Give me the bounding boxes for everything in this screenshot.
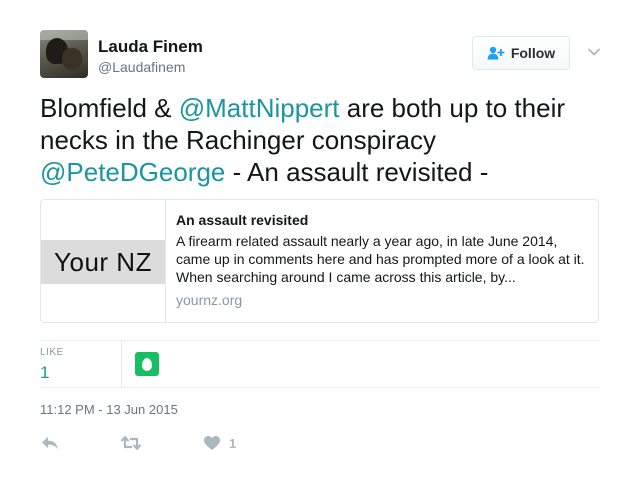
card-title: An assault revisited (176, 212, 309, 228)
link-preview-card[interactable]: Your NZ An assault revisited A firearm r… (40, 199, 599, 323)
retweet-icon (120, 435, 142, 451)
divider (40, 387, 599, 388)
follow-button[interactable]: Follow (472, 36, 570, 70)
retweet-button[interactable] (120, 432, 142, 454)
author-name[interactable]: Lauda Finem (98, 37, 203, 57)
author-handle[interactable]: @Laudafinem (98, 59, 185, 75)
stats-separator (121, 341, 122, 387)
tweet-text: Blomfield & @MattNippert are both up to … (40, 92, 610, 188)
author-avatar[interactable] (40, 30, 88, 78)
tweet-text-segment: - An assault revisited - (225, 157, 489, 187)
divider (40, 340, 599, 341)
mention-link[interactable]: @MattNippert (179, 93, 340, 123)
card-description: A firearm related assault nearly a year … (176, 233, 585, 285)
card-body: An assault revisited A firearm related a… (176, 211, 586, 308)
tweet-timestamp[interactable]: 11:12 PM - 13 Jun 2015 (40, 402, 178, 417)
egg-avatar-icon (142, 357, 152, 371)
like-stat-count[interactable]: 1 (40, 363, 49, 383)
card-thumbnail: Your NZ (41, 200, 166, 322)
tweet-text-segment: Blomfield & (40, 93, 179, 123)
like-button[interactable]: 1 (203, 432, 236, 454)
chevron-down-icon[interactable] (586, 44, 602, 60)
heart-icon (204, 436, 220, 450)
mention-link[interactable]: @PeteDGeorge (40, 157, 225, 187)
follow-person-plus-icon (487, 46, 505, 60)
liker-avatar[interactable] (135, 352, 159, 376)
follow-button-label: Follow (510, 45, 556, 61)
card-domain: yournz.org (176, 292, 243, 308)
reply-button[interactable] (40, 432, 60, 454)
card-thumbnail-logo: Your NZ (41, 240, 165, 284)
like-action-count: 1 (229, 435, 237, 451)
like-stat-label: LIKE (40, 347, 64, 358)
reply-icon (42, 437, 58, 449)
